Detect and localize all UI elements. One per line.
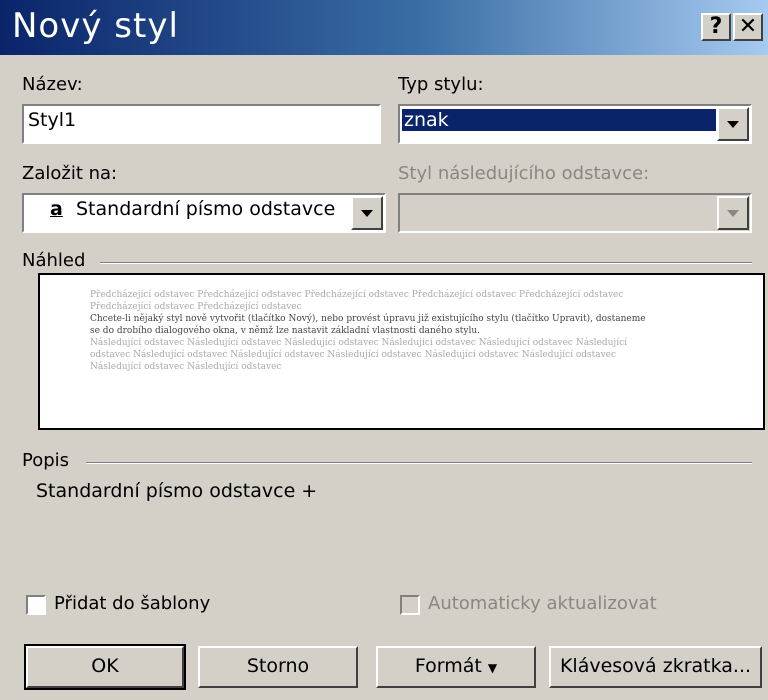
style-type-select[interactable]: znak xyxy=(398,104,752,144)
style-type-dropdown-button[interactable] xyxy=(717,107,749,141)
shortcut-button[interactable]: Klávesová zkratka... xyxy=(549,646,762,688)
preview-sample-text: Chcete-li nějaký styl nově vytvořit (tla… xyxy=(90,314,646,336)
style-type-label: Typ stylu: xyxy=(398,74,484,95)
auto-update-label[interactable]: Automaticky aktualizovat xyxy=(428,593,657,614)
next-style-dropdown-button[interactable] xyxy=(717,196,749,230)
window-title: Nový styl xyxy=(12,6,179,46)
description-divider xyxy=(86,462,752,464)
style-type-value: znak xyxy=(402,109,716,131)
title-bar[interactable]: Nový styl ? ✕ xyxy=(0,0,768,55)
auto-update-checkbox[interactable] xyxy=(400,595,420,615)
chevron-down-icon xyxy=(727,121,739,128)
based-on-select[interactable]: a Standardní písmo odstavce xyxy=(22,193,386,233)
preview-preceding-text: Předcházející odstavec Předcházející ods… xyxy=(90,290,624,312)
ok-button[interactable]: OK xyxy=(24,644,186,690)
preview-pane: Předcházející odstavec Předcházející ods… xyxy=(38,273,765,430)
preview-label: Náhled xyxy=(22,250,86,271)
chevron-down-icon xyxy=(727,210,739,217)
new-style-dialog: Nový styl ? ✕ Název: Styl1 Typ stylu: zn… xyxy=(0,0,768,700)
close-button[interactable]: ✕ xyxy=(733,13,763,41)
add-to-template-checkbox[interactable] xyxy=(26,595,46,615)
name-input-value: Styl1 xyxy=(28,109,77,131)
preview-divider xyxy=(100,262,752,264)
name-input[interactable]: Styl1 xyxy=(22,104,381,144)
based-on-label: Založit na: xyxy=(22,163,118,184)
caret-down-icon: ▼ xyxy=(487,661,498,675)
next-style-select[interactable] xyxy=(398,193,752,233)
preview-following-text: Následující odstavec Následující odstave… xyxy=(90,338,628,372)
format-button-label: Formát xyxy=(414,655,482,677)
format-button[interactable]: Formát ▼ xyxy=(376,646,536,688)
character-style-icon: a xyxy=(50,198,63,220)
name-label: Název: xyxy=(22,74,83,95)
help-button[interactable]: ? xyxy=(701,13,731,41)
description-text: Standardní písmo odstavce + xyxy=(36,480,318,502)
add-to-template-label[interactable]: Přidat do šablony xyxy=(54,593,210,614)
cancel-button[interactable]: Storno xyxy=(198,646,358,688)
based-on-dropdown-button[interactable] xyxy=(351,196,383,230)
chevron-down-icon xyxy=(361,210,373,217)
next-style-label: Styl následujícího odstavce: xyxy=(398,163,650,184)
based-on-value: Standardní písmo odstavce xyxy=(76,198,336,220)
description-label: Popis xyxy=(22,450,70,471)
